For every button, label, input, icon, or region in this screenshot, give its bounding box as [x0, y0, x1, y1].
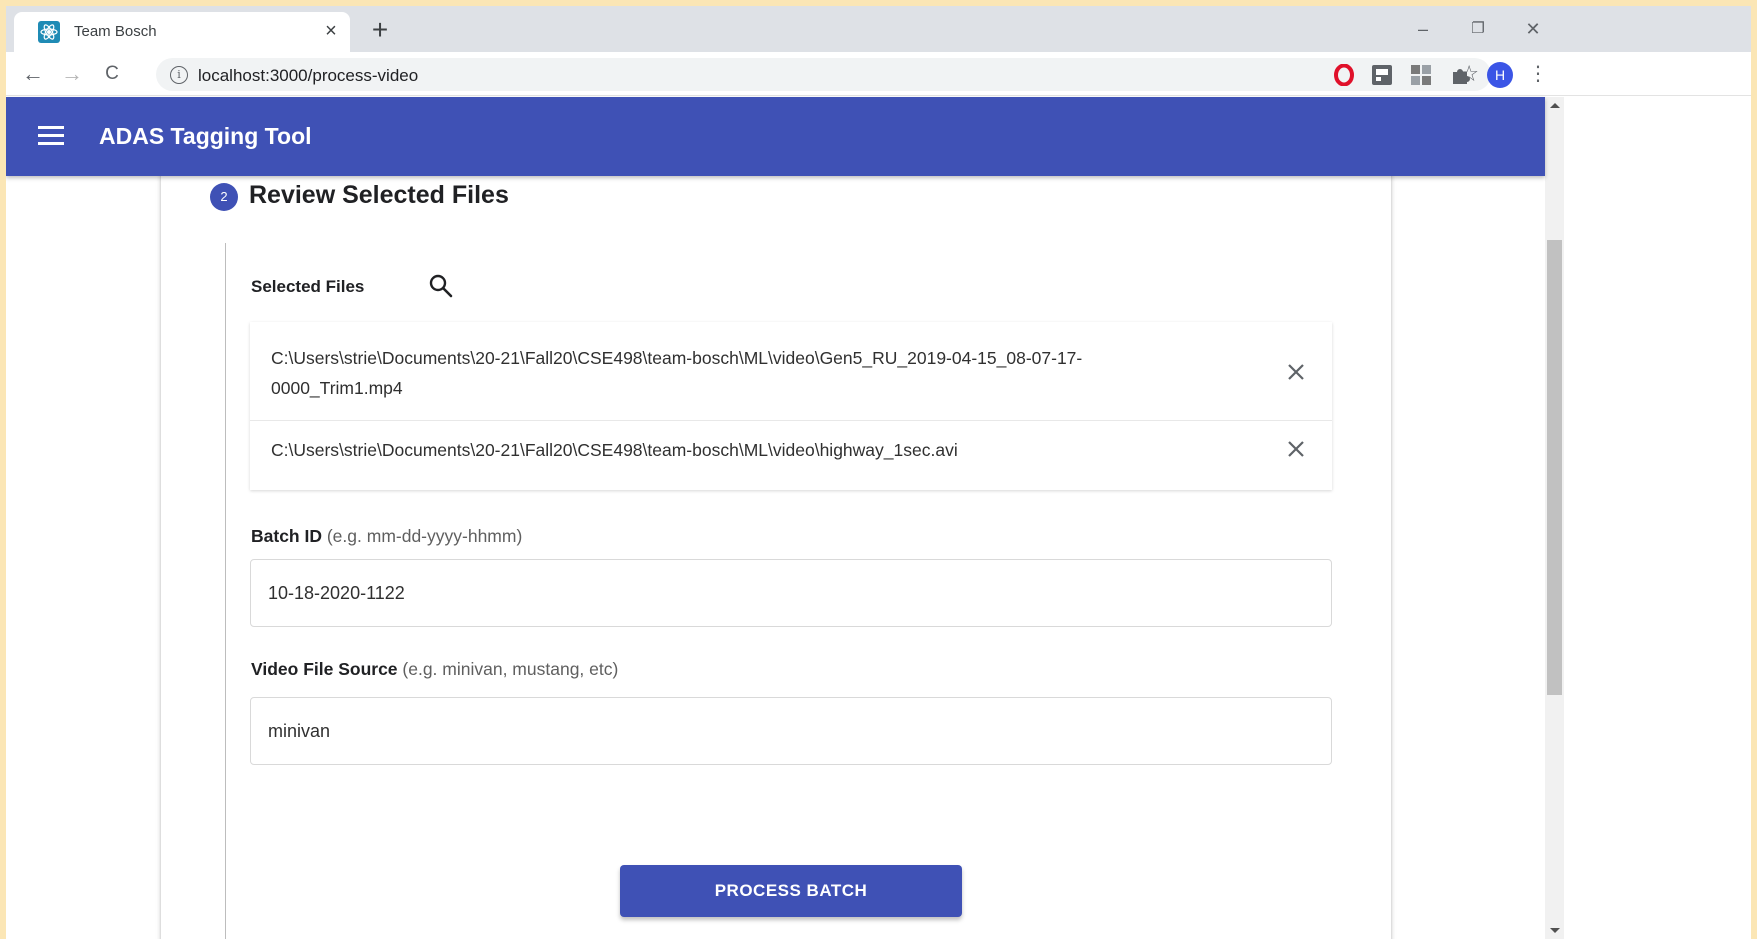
- site-info-icon[interactable]: i: [170, 66, 188, 84]
- address-bar[interactable]: i localhost:3000/process-video ☆: [156, 58, 1491, 91]
- restore-icon[interactable]: ❐: [1463, 16, 1493, 42]
- scroll-thumb[interactable]: [1547, 240, 1562, 695]
- batch-id-input[interactable]: [250, 559, 1332, 627]
- window-close-icon[interactable]: ✕: [1518, 16, 1548, 42]
- scroll-up-arrow-icon[interactable]: [1550, 103, 1560, 108]
- list-item: C:\Users\strie\Documents\20-21\Fall20\CS…: [250, 322, 1332, 421]
- list-item: C:\Users\strie\Documents\20-21\Fall20\CS…: [250, 421, 1332, 490]
- page-scrollbar[interactable]: [1545, 97, 1564, 939]
- tab-title: Team Bosch: [74, 23, 157, 40]
- video-source-label: Video File Source (e.g. minivan, mustang…: [251, 659, 619, 679]
- selected-files-label: Selected Files: [251, 277, 365, 296]
- step-number-badge: 2: [210, 183, 238, 211]
- minimize-icon[interactable]: –: [1408, 16, 1438, 42]
- tab-close-icon[interactable]: ×: [319, 19, 343, 43]
- stepper-card: 2 Review Selected Files Selected Files C…: [161, 176, 1391, 939]
- process-batch-button[interactable]: PROCESS BATCH: [620, 865, 962, 917]
- apps-grid-icon[interactable]: [1410, 64, 1432, 86]
- new-tab-icon[interactable]: +: [366, 16, 394, 45]
- remove-file-icon[interactable]: [1282, 435, 1310, 463]
- browser-toolbar: ← → C i localhost:3000/process-video ☆ H…: [6, 52, 1751, 96]
- reload-icon[interactable]: C: [98, 60, 126, 88]
- app-title: ADAS Tagging Tool: [99, 123, 312, 149]
- remove-file-icon[interactable]: [1282, 358, 1310, 386]
- step-title: Review Selected Files: [249, 181, 509, 209]
- opera-icon[interactable]: [1333, 64, 1355, 86]
- tab-team-bosch[interactable]: Team Bosch ×: [14, 12, 350, 52]
- search-icon[interactable]: [426, 271, 456, 301]
- extensions-puzzle-icon[interactable]: [1449, 64, 1471, 86]
- video-source-input[interactable]: [250, 697, 1332, 765]
- forward-icon[interactable]: →: [58, 60, 86, 88]
- url-text[interactable]: localhost:3000/process-video: [198, 66, 418, 86]
- hamburger-menu-icon[interactable]: [38, 126, 64, 146]
- page-content: 2 Review Selected Files Selected Files C…: [6, 176, 1545, 939]
- extension-box-icon[interactable]: [1371, 64, 1393, 86]
- selected-files-list: C:\Users\strie\Documents\20-21\Fall20\CS…: [250, 322, 1332, 490]
- scroll-down-arrow-icon[interactable]: [1550, 928, 1560, 933]
- batch-id-label: Batch ID (e.g. mm-dd-yyyy-hhmm): [251, 526, 523, 546]
- app-bar: ADAS Tagging Tool: [6, 97, 1545, 176]
- browser-menu-icon[interactable]: ⋮: [1524, 60, 1552, 88]
- browser-window: Team Bosch × + – ❐ ✕ ← → C i localhost:3…: [6, 6, 1751, 939]
- step-content: Selected Files C:\Users\strie\Documents\…: [225, 243, 1365, 939]
- react-favicon-icon: [38, 21, 60, 43]
- file-path: C:\Users\strie\Documents\20-21\Fall20\CS…: [271, 348, 1083, 398]
- tab-strip: Team Bosch × + – ❐ ✕: [6, 6, 1751, 52]
- back-icon[interactable]: ←: [19, 60, 47, 88]
- file-path: C:\Users\strie\Documents\20-21\Fall20\CS…: [271, 440, 958, 460]
- profile-avatar[interactable]: H: [1487, 62, 1513, 88]
